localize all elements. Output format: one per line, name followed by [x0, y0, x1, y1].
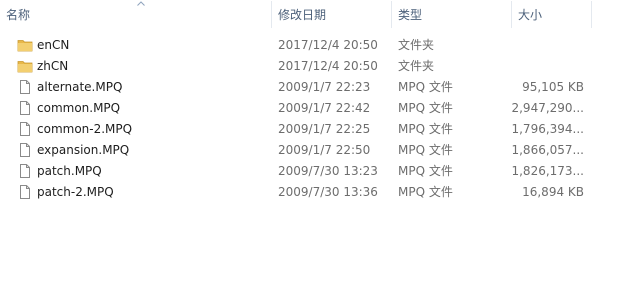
file-icon — [20, 101, 30, 115]
file-type: 文件夹 — [398, 59, 435, 73]
file-name: zhCN — [37, 59, 69, 73]
file-name: patch-2.MPQ — [37, 185, 114, 199]
file-icon — [20, 164, 30, 178]
file-type: 文件夹 — [398, 38, 435, 52]
folder-icon — [17, 61, 33, 73]
file-date: 2009/1/7 22:50 — [278, 143, 371, 157]
column-header-size[interactable]: 大小 — [512, 0, 591, 28]
file-type: MPQ 文件 — [398, 164, 453, 178]
file-name: enCN — [37, 38, 70, 52]
file-date: 2017/12/4 20:50 — [278, 38, 378, 52]
file-size: 1,826,173... — [511, 164, 584, 178]
file-icon — [20, 122, 30, 136]
file-date: 2017/12/4 20:50 — [278, 59, 378, 73]
file-date: 2009/1/7 22:23 — [278, 80, 371, 94]
file-size — [500, 56, 584, 77]
file-size: 16,894 KB — [522, 185, 584, 199]
file-name: common.MPQ — [37, 101, 121, 115]
list-item[interactable]: zhCN 2017/12/4 20:50 文件夹 — [0, 56, 641, 77]
list-item[interactable]: common.MPQ 2009/1/7 22:42 MPQ 文件 2,947,2… — [0, 98, 641, 119]
file-list: enCN 2017/12/4 20:50 文件夹 zhCN 2017/12/4 … — [0, 35, 641, 203]
column-divider[interactable] — [591, 1, 592, 28]
file-icon — [20, 185, 30, 199]
file-size — [500, 35, 584, 56]
column-header-size-label: 大小 — [518, 8, 543, 22]
file-date: 2009/1/7 22:25 — [278, 122, 371, 136]
list-item[interactable]: enCN 2017/12/4 20:50 文件夹 — [0, 35, 641, 56]
column-header-bar: 名称 修改日期 类型 大小 — [0, 0, 641, 28]
list-item[interactable]: alternate.MPQ 2009/1/7 22:23 MPQ 文件 95,1… — [0, 77, 641, 98]
file-size: 1,796,394... — [511, 122, 584, 136]
column-header-date-label: 修改日期 — [278, 8, 327, 22]
file-list-view: 名称 修改日期 类型 大小 enCN 2017/12/4 20:50 文件夹 z… — [0, 0, 641, 286]
list-item[interactable]: common-2.MPQ 2009/1/7 22:25 MPQ 文件 1,796… — [0, 119, 641, 140]
file-name: patch.MPQ — [37, 164, 102, 178]
sort-ascending-icon — [137, 1, 145, 6]
file-date: 2009/7/30 13:23 — [278, 164, 378, 178]
file-icon — [20, 80, 30, 94]
list-item[interactable]: patch-2.MPQ 2009/7/30 13:36 MPQ 文件 16,89… — [0, 182, 641, 203]
file-size: 2,947,290... — [511, 101, 584, 115]
file-name: alternate.MPQ — [37, 80, 123, 94]
file-type: MPQ 文件 — [398, 80, 453, 94]
file-size: 95,105 KB — [522, 80, 584, 94]
folder-icon — [17, 40, 33, 52]
file-date: 2009/1/7 22:42 — [278, 101, 371, 115]
file-type: MPQ 文件 — [398, 122, 453, 136]
column-header-type-label: 类型 — [398, 8, 423, 22]
file-size: 1,866,057... — [511, 143, 584, 157]
list-item[interactable]: patch.MPQ 2009/7/30 13:23 MPQ 文件 1,826,1… — [0, 161, 641, 182]
column-header-name[interactable]: 名称 — [0, 0, 271, 28]
column-header-name-label: 名称 — [6, 8, 31, 22]
file-name: common-2.MPQ — [37, 122, 133, 136]
column-header-type[interactable]: 类型 — [392, 0, 511, 28]
list-item[interactable]: expansion.MPQ 2009/1/7 22:50 MPQ 文件 1,86… — [0, 140, 641, 161]
file-name: expansion.MPQ — [37, 143, 130, 157]
column-header-date[interactable]: 修改日期 — [272, 0, 391, 28]
file-type: MPQ 文件 — [398, 101, 453, 115]
file-type: MPQ 文件 — [398, 143, 453, 157]
file-icon — [20, 143, 30, 157]
file-type: MPQ 文件 — [398, 185, 453, 199]
file-date: 2009/7/30 13:36 — [278, 185, 378, 199]
